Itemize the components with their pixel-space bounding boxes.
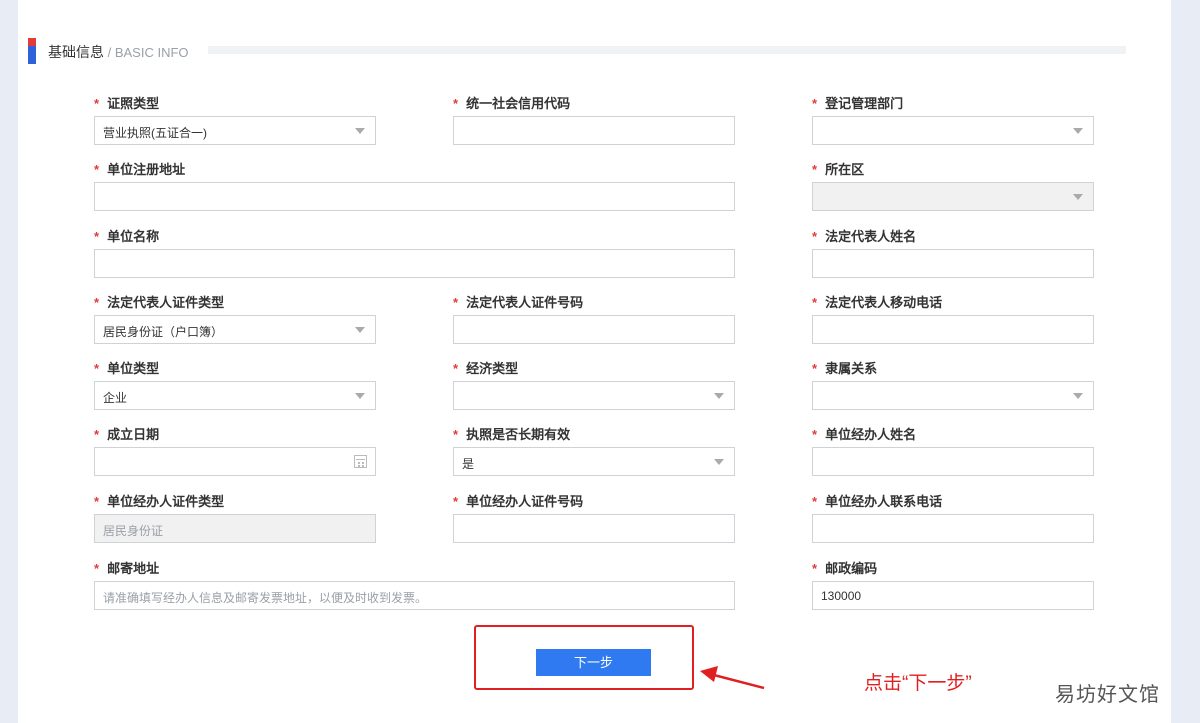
chevron-down-icon xyxy=(1073,194,1083,200)
chevron-down-icon xyxy=(1073,393,1083,399)
economic-type-select[interactable] xyxy=(453,381,735,410)
license-long-term-select[interactable]: 是 xyxy=(453,447,735,476)
calendar-icon[interactable] xyxy=(354,455,367,468)
unit-name-input[interactable] xyxy=(94,249,735,278)
chevron-down-icon xyxy=(714,459,724,465)
field-district: * 所在区 xyxy=(812,159,1094,213)
next-step-button[interactable]: 下一步 xyxy=(536,649,651,676)
established-date-input[interactable] xyxy=(94,447,376,476)
unit-type-select[interactable]: 企业 xyxy=(94,381,376,410)
section-marker xyxy=(28,38,36,64)
cert-type-select[interactable]: 营业执照(五证合一) xyxy=(94,116,376,145)
field-mail-address: * 邮寄地址 请准确填写经办人信息及邮寄发票地址，以便及时收到发票。 xyxy=(94,558,735,612)
field-agent-name: * 单位经办人姓名 xyxy=(812,424,1094,478)
field-affiliation: * 隶属关系 xyxy=(812,358,1094,412)
legal-rep-phone-input[interactable] xyxy=(812,315,1094,344)
chevron-down-icon xyxy=(355,327,365,333)
agent-name-input[interactable] xyxy=(812,447,1094,476)
field-agent-id-type: * 单位经办人证件类型 居民身份证 xyxy=(94,491,376,545)
pointer-arrow-icon xyxy=(700,666,765,690)
field-reg-dept: * 登记管理部门 xyxy=(812,93,1094,147)
field-unit-type: * 单位类型 企业 xyxy=(94,358,376,412)
credit-code-input[interactable] xyxy=(453,116,735,145)
field-legal-rep-id-type: * 法定代表人证件类型 居民身份证（户口簿） xyxy=(94,292,376,346)
annotation-text: 点击“下一步” xyxy=(864,673,972,694)
reg-address-input[interactable] xyxy=(94,182,735,211)
field-unit-name: * 单位名称 xyxy=(94,226,735,280)
district-select[interactable] xyxy=(812,182,1094,211)
section-header: 基础信息 / BASIC INFO xyxy=(28,38,1126,66)
legal-rep-id-type-select[interactable]: 居民身份证（户口簿） xyxy=(94,315,376,344)
field-legal-rep-phone: * 法定代表人移动电话 xyxy=(812,292,1094,346)
mail-address-input[interactable]: 请准确填写经办人信息及邮寄发票地址，以便及时收到发票。 xyxy=(94,581,735,610)
reg-dept-select[interactable] xyxy=(812,116,1094,145)
field-reg-address: * 单位注册地址 xyxy=(94,159,735,213)
section-title: 基础信息 / BASIC INFO xyxy=(48,44,189,60)
chevron-down-icon xyxy=(355,128,365,134)
postal-code-input[interactable]: 130000 xyxy=(812,581,1094,610)
chevron-down-icon xyxy=(714,393,724,399)
chevron-down-icon xyxy=(355,393,365,399)
field-agent-phone: * 单位经办人联系电话 xyxy=(812,491,1094,545)
field-agent-id-no: * 单位经办人证件号码 xyxy=(453,491,735,545)
agent-id-no-input[interactable] xyxy=(453,514,735,543)
chevron-down-icon xyxy=(1073,128,1083,134)
field-postal-code: * 邮政编码 130000 xyxy=(812,558,1094,612)
field-established-date: * 成立日期 xyxy=(94,424,376,478)
legal-rep-id-no-input[interactable] xyxy=(453,315,735,344)
field-legal-rep-name: * 法定代表人姓名 xyxy=(812,226,1094,280)
field-cert-type: * 证照类型 营业执照(五证合一) xyxy=(94,93,376,147)
watermark-text: 易坊好文馆 xyxy=(1055,684,1160,706)
agent-phone-input[interactable] xyxy=(812,514,1094,543)
field-license-long-term: * 执照是否长期有效 是 xyxy=(453,424,735,478)
affiliation-select[interactable] xyxy=(812,381,1094,410)
field-economic-type: * 经济类型 xyxy=(453,358,735,412)
section-divider xyxy=(208,46,1126,54)
agent-id-type-select[interactable]: 居民身份证 xyxy=(94,514,376,543)
field-legal-rep-id-no: * 法定代表人证件号码 xyxy=(453,292,735,346)
field-credit-code: * 统一社会信用代码 xyxy=(453,93,735,147)
legal-rep-name-input[interactable] xyxy=(812,249,1094,278)
